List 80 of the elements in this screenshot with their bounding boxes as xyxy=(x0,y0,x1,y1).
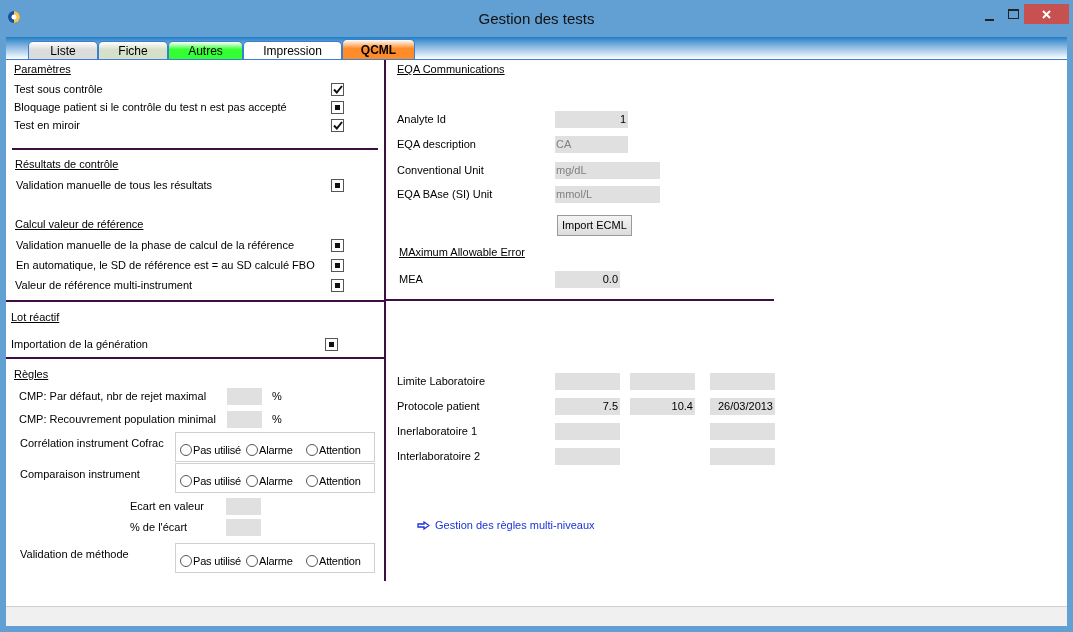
input-field[interactable] xyxy=(227,411,262,428)
option-label: Test sous contrôle xyxy=(14,81,104,97)
field-label: Protocole patient xyxy=(397,398,481,414)
field-label: Analyte Id xyxy=(397,111,447,127)
section-title: MAximum Allowable Error xyxy=(399,245,525,260)
checkbox[interactable] xyxy=(331,118,344,132)
checkbox[interactable] xyxy=(331,238,344,252)
field-label: CMP: Recouvrement population minimal xyxy=(18,412,217,428)
field-label: EQA BAse (SI) Unit xyxy=(397,186,494,202)
tab[interactable]: Liste xyxy=(28,41,98,59)
field-label: CMP: Par défaut, nbr de rejet maximal xyxy=(18,389,208,405)
unit-label: % xyxy=(272,412,282,428)
option-label: Valeur de référence multi-instrument xyxy=(15,277,194,293)
input-field[interactable] xyxy=(227,388,262,405)
window-title: Gestion des tests xyxy=(478,9,595,30)
option-label: Validation manuelle de tous les résultats xyxy=(16,177,214,193)
radio-option[interactable]: Pas utilisé xyxy=(180,473,246,490)
input-field[interactable] xyxy=(555,372,620,390)
radio-option[interactable]: Attention xyxy=(306,473,372,490)
tab[interactable]: Impression xyxy=(243,41,342,59)
option-label: Importation de la génération xyxy=(11,336,149,352)
field-label: Conventional Unit xyxy=(397,162,485,178)
section-title: Calcul valeur de référence xyxy=(15,217,144,232)
field-label: Corrélation instrument Cofrac xyxy=(19,436,165,451)
input-field[interactable] xyxy=(555,422,620,440)
section-title: Paramètres xyxy=(14,62,71,77)
section-title: EQA Communications xyxy=(397,62,505,77)
option-label: Bloquage patient si le contrôle du test n est pas accepté xyxy=(14,99,288,115)
checkbox[interactable] xyxy=(331,100,344,114)
field-label: Validation de méthode xyxy=(19,547,130,562)
input-field[interactable] xyxy=(710,372,775,390)
section-title: Règles xyxy=(14,367,49,382)
field-label: Ecart en valeur xyxy=(129,499,205,515)
input-field[interactable]: 0.0 xyxy=(555,270,620,288)
section-title: Résultats de contrôle xyxy=(15,157,119,172)
radio-option[interactable]: Attention xyxy=(306,442,372,459)
tab[interactable]: Fiche xyxy=(98,41,168,59)
checkbox[interactable] xyxy=(331,278,344,292)
close-icon xyxy=(1042,9,1051,19)
input-field[interactable]: 1 xyxy=(555,110,628,128)
input-field[interactable] xyxy=(630,372,695,390)
minimize-icon xyxy=(984,19,994,21)
section-title: Lot réactif xyxy=(11,310,60,325)
input-field[interactable] xyxy=(226,519,261,536)
input-field[interactable] xyxy=(710,422,775,440)
tab[interactable]: Autres xyxy=(168,41,243,59)
field-label: Comparaison instrument xyxy=(19,467,141,482)
import-button[interactable]: Import ECML xyxy=(557,214,632,236)
input-field[interactable]: 7.5 xyxy=(555,397,620,415)
input-field[interactable] xyxy=(710,447,775,465)
maximize-icon xyxy=(1007,9,1019,19)
radio-option[interactable]: Alarme xyxy=(246,553,306,570)
unit-label: % xyxy=(272,389,282,405)
link[interactable]: Gestion des règles multi-niveaux xyxy=(417,517,595,534)
field-label: MEA xyxy=(398,271,424,287)
radio-option[interactable]: Pas utilisé xyxy=(180,442,246,459)
option-label: Validation manuelle de la phase de calcul de la référence xyxy=(16,237,296,253)
arrow-icon xyxy=(417,520,430,530)
field-label: Interlaboratoire 2 xyxy=(397,448,482,464)
option-label: En automatique, le SD de référence est = au SD calculé FBO xyxy=(16,257,316,273)
close-button[interactable] xyxy=(1024,4,1069,24)
option-label: Test en miroir xyxy=(14,117,82,133)
field-label: Inerlaboratoire 1 xyxy=(397,423,479,439)
input-field[interactable] xyxy=(555,447,620,465)
checkbox[interactable] xyxy=(325,337,338,351)
radio-option[interactable]: Alarme xyxy=(246,442,306,459)
field-label: % de l'écart xyxy=(129,520,189,536)
checkbox[interactable] xyxy=(331,178,344,192)
app-icon xyxy=(7,10,21,24)
checkbox[interactable] xyxy=(331,82,344,96)
radio-option[interactable]: Attention xyxy=(306,553,372,570)
input-field[interactable] xyxy=(226,498,261,515)
tab[interactable]: QCML xyxy=(342,39,415,59)
field-label: EQA description xyxy=(397,137,477,153)
input-field[interactable]: 10.4 xyxy=(630,397,695,415)
input-field[interactable]: 26/03/2013 xyxy=(710,397,775,415)
radio-option[interactable]: Pas utilisé xyxy=(180,553,246,570)
field-label: Limite Laboratoire xyxy=(397,373,487,389)
checkbox[interactable] xyxy=(331,258,344,272)
radio-option[interactable]: Alarme xyxy=(246,473,306,490)
